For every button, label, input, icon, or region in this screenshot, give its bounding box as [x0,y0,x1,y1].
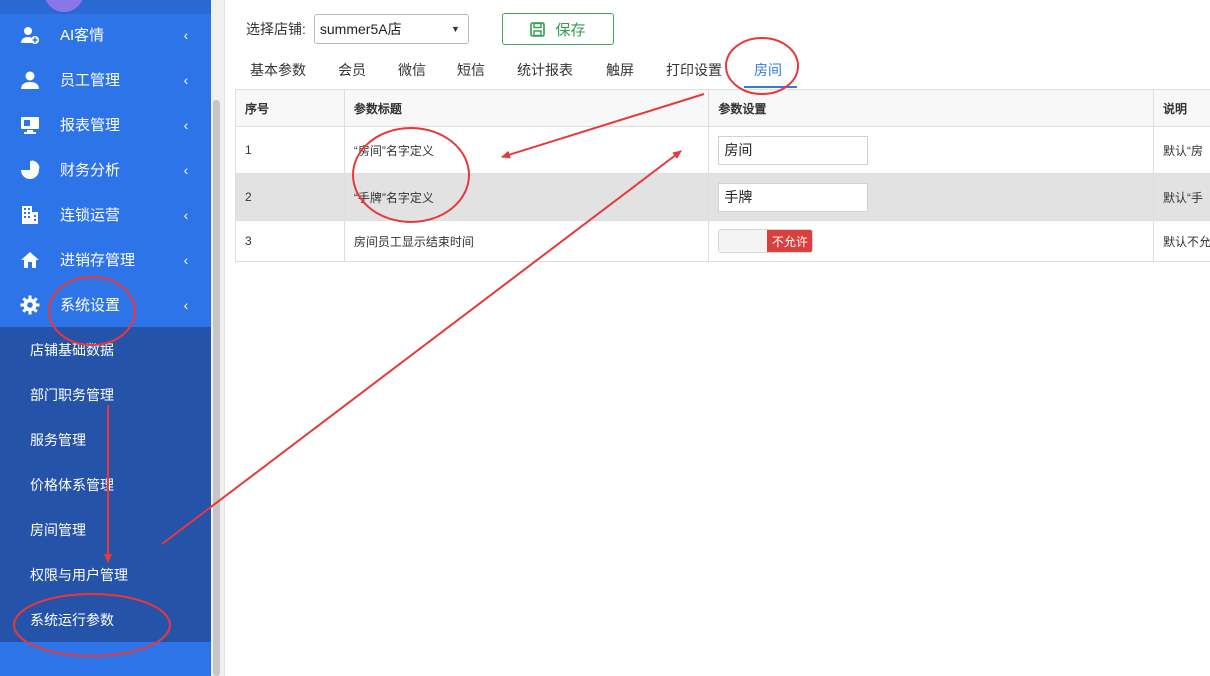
sidebar-item-inventory[interactable]: 进销存管理 ‹ [0,237,211,282]
row-title: 房间员工显示结束时间 [343,220,710,262]
user-icon [20,70,40,90]
end-time-display-toggle[interactable]: 不允许 [718,229,814,253]
building-icon [20,205,40,225]
gear-icon [20,295,40,315]
table-header-row: 序号 参数标题 参数设置 说明 [235,89,1210,127]
tab-label: 房间 [754,62,782,78]
tab-label: 短信 [457,62,485,78]
sidebar-item-reports[interactable]: 报表管理 ‹ [0,102,211,147]
row-number: 1 [235,126,345,174]
sidebar-item-finance[interactable]: 财务分析 ‹ [0,147,211,192]
sidebar-item-system-settings[interactable]: 系统设置 ‹ [0,282,211,327]
tab-room[interactable]: 房间 [744,54,797,88]
tab-sms[interactable]: 短信 [457,54,485,88]
sidebar-item-label: 员工管理 [60,72,121,89]
tab-label: 触屏 [606,62,634,78]
table-row: 2 “手牌”名字定义 默认“手 [235,173,1210,221]
tab-member[interactable]: 会员 [338,54,366,88]
row-title: “房间”名字定义 [343,126,710,174]
sidebar: AI客情 ‹ 员工管理 ‹ 报表管理 ‹ 财务分析 ‹ 连锁运营 ‹ 进销存管理 [0,0,211,676]
wristband-name-input[interactable] [718,182,869,212]
caret-down-icon: ▼ [450,23,460,34]
submenu-item-price-system[interactable]: 价格体系管理 [0,462,211,507]
column-header: 参数设置 [708,89,1155,127]
user-plus-icon [20,25,40,45]
sidebar-item-ai-guest[interactable]: AI客情 ‹ [0,12,211,57]
store-select[interactable]: summer5A店 ▼ [313,13,469,44]
save-button-label: 保存 [555,21,586,39]
store-selector-bar: 选择店铺: summer5A店 ▼ [246,12,469,45]
tab-label: 会员 [338,62,366,78]
submenu-item-store-basic-data[interactable]: 店铺基础数据 [0,327,211,372]
sidebar-item-label: 财务分析 [60,162,121,179]
store-label: 选择店铺: [246,20,306,37]
submenu-item-label: 服务管理 [30,431,86,448]
save-icon [530,21,546,37]
row-description: 默认不允 [1153,220,1210,262]
submenu-system-settings: 店铺基础数据 部门职务管理 服务管理 价格体系管理 房间管理 权限与用户管理 系… [0,327,211,642]
submenu-item-system-params[interactable]: 系统运行参数 [0,597,211,642]
chevron-left-icon: ‹ [183,26,189,43]
submenu-item-label: 价格体系管理 [30,476,114,493]
sidebar-item-staff[interactable]: 员工管理 ‹ [0,57,211,102]
tab-statistics-report[interactable]: 统计报表 [517,54,573,88]
column-header: 参数标题 [343,89,710,127]
sidebar-item-label: 连锁运营 [60,207,121,224]
sidebar-item-label: AI客情 [60,27,105,44]
submenu-item-permissions-users[interactable]: 权限与用户管理 [0,552,211,597]
sidebar-scrollbar-thumb[interactable] [213,100,220,676]
chevron-left-icon: ‹ [183,161,189,178]
toggle-knob [719,230,768,252]
submenu-item-label: 店铺基础数据 [30,341,114,358]
tab-label: 基本参数 [250,62,306,78]
row-title: “手牌”名字定义 [343,173,710,221]
sidebar-item-label: 进销存管理 [60,252,136,269]
row-setting: 不允许 [708,220,1155,262]
table-row: 3 房间员工显示结束时间 不允许 默认不允 [235,220,1210,262]
row-description: 默认“房 [1153,126,1210,174]
submenu-item-room[interactable]: 房间管理 [0,507,211,552]
column-header: 序号 [235,89,345,127]
sidebar-item-chain[interactable]: 连锁运营 ‹ [0,192,211,237]
tab-touchscreen[interactable]: 触屏 [606,54,634,88]
tab-print-settings[interactable]: 打印设置 [666,54,722,88]
column-header: 说明 [1153,89,1210,127]
chevron-left-icon: ‹ [183,296,189,313]
row-number: 3 [235,220,345,262]
chevron-left-icon: ‹ [183,251,189,268]
store-select-value: summer5A店 [319,20,402,37]
home-icon [20,250,40,270]
row-setting [708,126,1155,174]
sidebar-item-label: 系统设置 [60,297,121,314]
submenu-item-label: 系统运行参数 [30,611,114,628]
pie-chart-icon [20,160,40,180]
save-button[interactable]: 保存 [502,13,614,45]
submenu-item-service[interactable]: 服务管理 [0,417,211,462]
row-number: 2 [235,173,345,221]
tab-label: 打印设置 [666,62,722,78]
submenu-item-label: 权限与用户管理 [30,566,128,583]
params-table: 序号 参数标题 参数设置 说明 1 “房间”名字定义 默认“房 2 “手牌”名字… [235,89,1210,262]
submenu-item-label: 部门职务管理 [30,386,114,403]
chevron-left-icon: ‹ [183,116,189,133]
submenu-item-department-position[interactable]: 部门职务管理 [0,372,211,417]
chevron-left-icon: ‹ [183,71,189,88]
tab-label: 微信 [398,62,426,78]
tab-wechat[interactable]: 微信 [398,54,426,88]
tab-basic-params[interactable]: 基本参数 [250,54,306,88]
tab-label: 统计报表 [517,62,573,78]
row-setting [708,173,1155,221]
chevron-left-icon: ‹ [183,206,189,223]
row-description: 默认“手 [1153,173,1210,221]
toggle-state-label: 不允许 [767,230,813,252]
monitor-icon [20,115,40,135]
room-name-input[interactable] [718,135,869,165]
sidebar-item-label: 报表管理 [60,117,121,134]
submenu-item-label: 房间管理 [30,521,86,538]
table-row: 1 “房间”名字定义 默认“房 [235,126,1210,174]
